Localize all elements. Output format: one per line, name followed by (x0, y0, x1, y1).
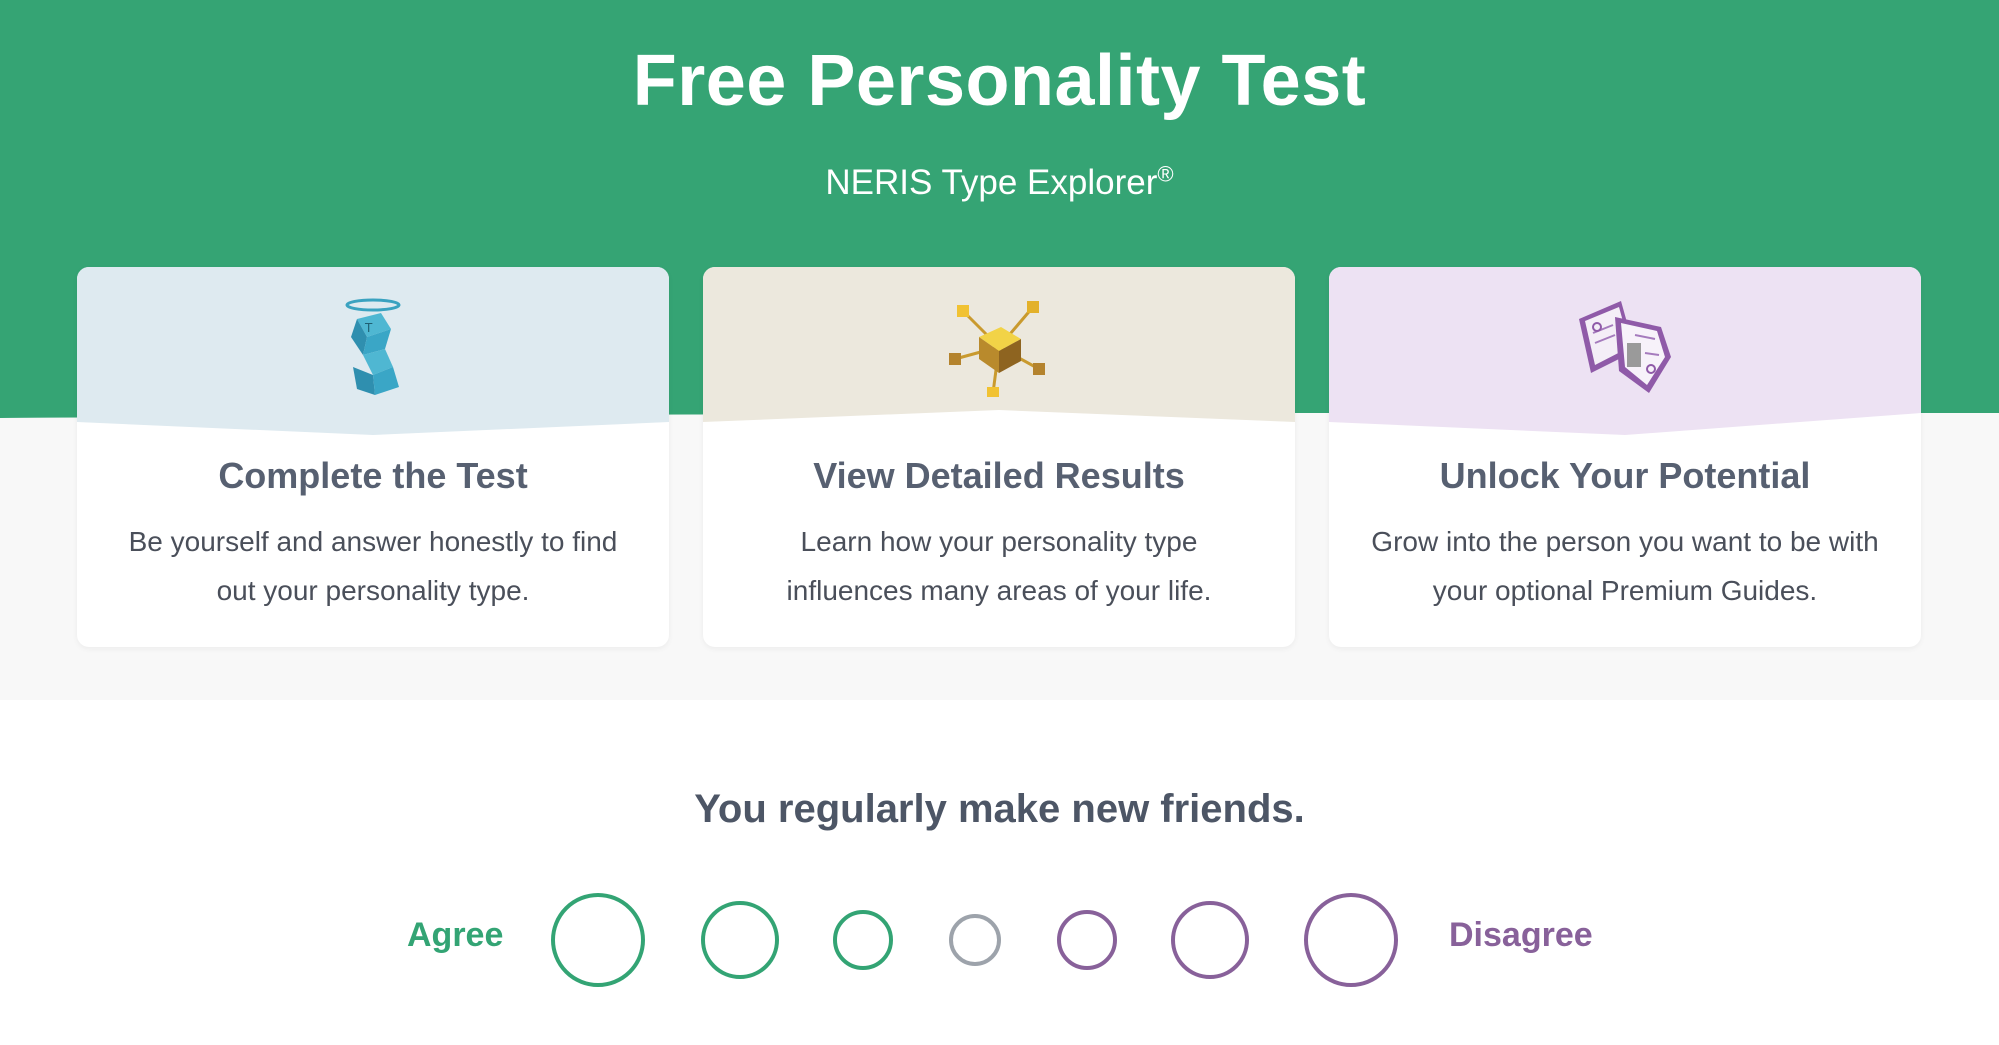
card-description: Learn how your personality type influenc… (786, 526, 1212, 606)
card-illustration-area (1329, 267, 1921, 437)
subtitle-text: NERIS Type Explorer (825, 163, 1158, 202)
svg-text:T: T (364, 321, 373, 335)
answer-option-agree-moderate[interactable] (701, 901, 779, 979)
question-text: You regularly make new friends. (694, 787, 1305, 831)
answer-option-neutral[interactable] (949, 914, 1001, 966)
page-subtitle: NERIS Type Explorer® (0, 163, 1999, 203)
card-title: Complete the Test (218, 455, 528, 496)
answer-option-disagree-strong[interactable] (1304, 893, 1398, 987)
card-title: Unlock Your Potential (1439, 455, 1811, 496)
answer-option-agree-strong[interactable] (551, 893, 645, 987)
feature-card-unlock-potential: Unlock Your Potential Grow into the pers… (1329, 267, 1921, 647)
cube-figure-with-halo-icon: T (345, 298, 401, 395)
answer-option-agree-slight[interactable] (833, 910, 893, 970)
registered-mark: ® (1157, 161, 1174, 187)
answer-option-disagree-moderate[interactable] (1171, 901, 1249, 979)
answer-option-disagree-slight[interactable] (1057, 910, 1117, 970)
card-title: View Detailed Results (813, 455, 1185, 496)
feature-card-complete-test: T Complete the Test Be yourself and answ… (77, 267, 669, 647)
disagree-label: Disagree (1449, 916, 1593, 954)
golden-cubes-network-icon (949, 301, 1045, 397)
card-description: Grow into the person you want to be with… (1371, 526, 1879, 606)
feature-card-detailed-results: View Detailed Results Learn how your per… (703, 267, 1295, 647)
card-illustration-area (703, 267, 1295, 437)
card-description: Be yourself and answer honestly to find … (128, 526, 618, 606)
page-title: Free Personality Test (632, 41, 1367, 121)
agree-label: Agree (407, 916, 504, 954)
purple-guide-papers-icon (1579, 301, 1671, 393)
card-illustration-area: T (77, 267, 669, 437)
